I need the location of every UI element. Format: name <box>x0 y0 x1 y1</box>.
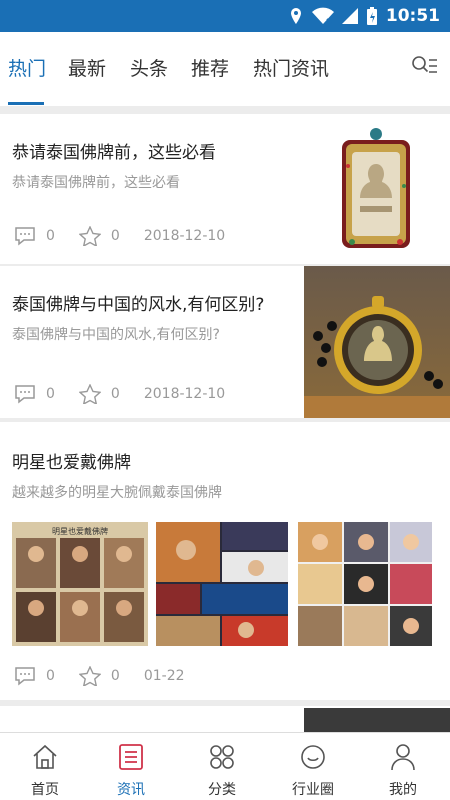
comment-icon[interactable] <box>14 666 36 686</box>
tab-hot-news[interactable]: 热门资讯 <box>253 54 329 81</box>
article-card[interactable]: 恭请泰国佛牌前，这些必看 恭请泰国佛牌前，这些必看 0 0 2018-12-10 <box>0 114 450 264</box>
article-title: 明星也爱戴佛牌 <box>12 453 131 473</box>
article-summary: 越来越多的明星大腕佩戴泰国佛牌 <box>12 485 222 501</box>
nav-label: 行业圈 <box>292 782 334 798</box>
amulet-thumbnail <box>338 126 414 252</box>
nav-news[interactable]: 资讯 <box>86 733 176 800</box>
article-date: 2018-12-10 <box>143 386 226 402</box>
star-count: 0 <box>110 228 120 244</box>
article-meta: 0 0 2018-12-10 <box>14 384 225 404</box>
article-meta: 0 0 2018-12-10 <box>14 226 225 246</box>
star-count: 0 <box>110 668 120 684</box>
category-icon <box>210 745 234 769</box>
tab-headlines[interactable]: 头条 <box>130 54 168 81</box>
star-icon[interactable] <box>78 384 101 404</box>
nav-industry-circle[interactable]: 行业圈 <box>268 733 358 800</box>
article-card[interactable]: 泰国佛牌与中国的风水,有何区别? 泰国佛牌与中国的风水,有何区别? 0 0 20… <box>0 266 450 418</box>
nav-profile[interactable]: 我的 <box>358 733 448 800</box>
tab-latest[interactable]: 最新 <box>68 54 106 81</box>
circle-icon <box>301 745 325 769</box>
wifi-icon <box>311 7 334 24</box>
bottom-nav: 首页 资讯 分类 行业圈 我的 <box>0 732 450 800</box>
article-date: 01-22 <box>143 668 185 684</box>
battery-icon <box>366 7 377 25</box>
article-meta: 0 0 01-22 <box>14 666 185 686</box>
tab-hot[interactable]: 热门 <box>8 54 46 81</box>
article-summary: 恭请泰国佛牌前，这些必看 <box>12 175 180 191</box>
article-summary: 泰国佛牌与中国的风水,有何区别? <box>12 327 220 343</box>
nav-home[interactable]: 首页 <box>0 733 90 800</box>
news-icon <box>119 744 143 770</box>
gallery-image <box>156 522 288 646</box>
tab-recommended[interactable]: 推荐 <box>191 54 229 81</box>
location-icon <box>290 8 301 24</box>
menu-search-icon[interactable] <box>410 54 438 78</box>
pendant-thumbnail <box>304 266 450 418</box>
comment-icon[interactable] <box>14 226 36 246</box>
nav-label: 资讯 <box>117 782 145 798</box>
comment-icon[interactable] <box>14 384 36 404</box>
article-date: 2018-12-10 <box>143 228 226 244</box>
status-bar: 10:51 <box>0 0 450 32</box>
clock: 10:51 <box>385 6 440 26</box>
star-icon[interactable] <box>78 226 101 246</box>
nav-category[interactable]: 分类 <box>177 733 267 800</box>
nav-label: 分类 <box>208 782 236 798</box>
article-title: 恭请泰国佛牌前，这些必看 <box>12 143 216 163</box>
star-icon[interactable] <box>78 666 101 686</box>
profile-icon <box>391 744 415 771</box>
gallery-image-caption: 明星也爱戴佛牌 <box>52 526 108 536</box>
category-tabs: 热门 最新 头条 推荐 热门资讯 <box>0 32 450 106</box>
active-tab-indicator <box>8 102 44 105</box>
home-icon <box>33 744 57 769</box>
comment-count: 0 <box>46 228 55 244</box>
nav-label: 首页 <box>31 782 59 798</box>
article-title: 泰国佛牌与中国的风水,有何区别? <box>12 295 265 315</box>
comment-count: 0 <box>46 668 55 684</box>
signal-icon <box>341 8 358 24</box>
gallery-image: 明星也爱戴佛牌 <box>12 522 148 646</box>
star-count: 0 <box>110 386 120 402</box>
gallery-image <box>298 522 432 646</box>
comment-count: 0 <box>46 386 55 402</box>
nav-label: 我的 <box>389 782 417 798</box>
article-card[interactable]: 明星也爱戴佛牌 越来越多的明星大腕佩戴泰国佛牌 明星也爱戴佛牌 <box>0 422 450 700</box>
